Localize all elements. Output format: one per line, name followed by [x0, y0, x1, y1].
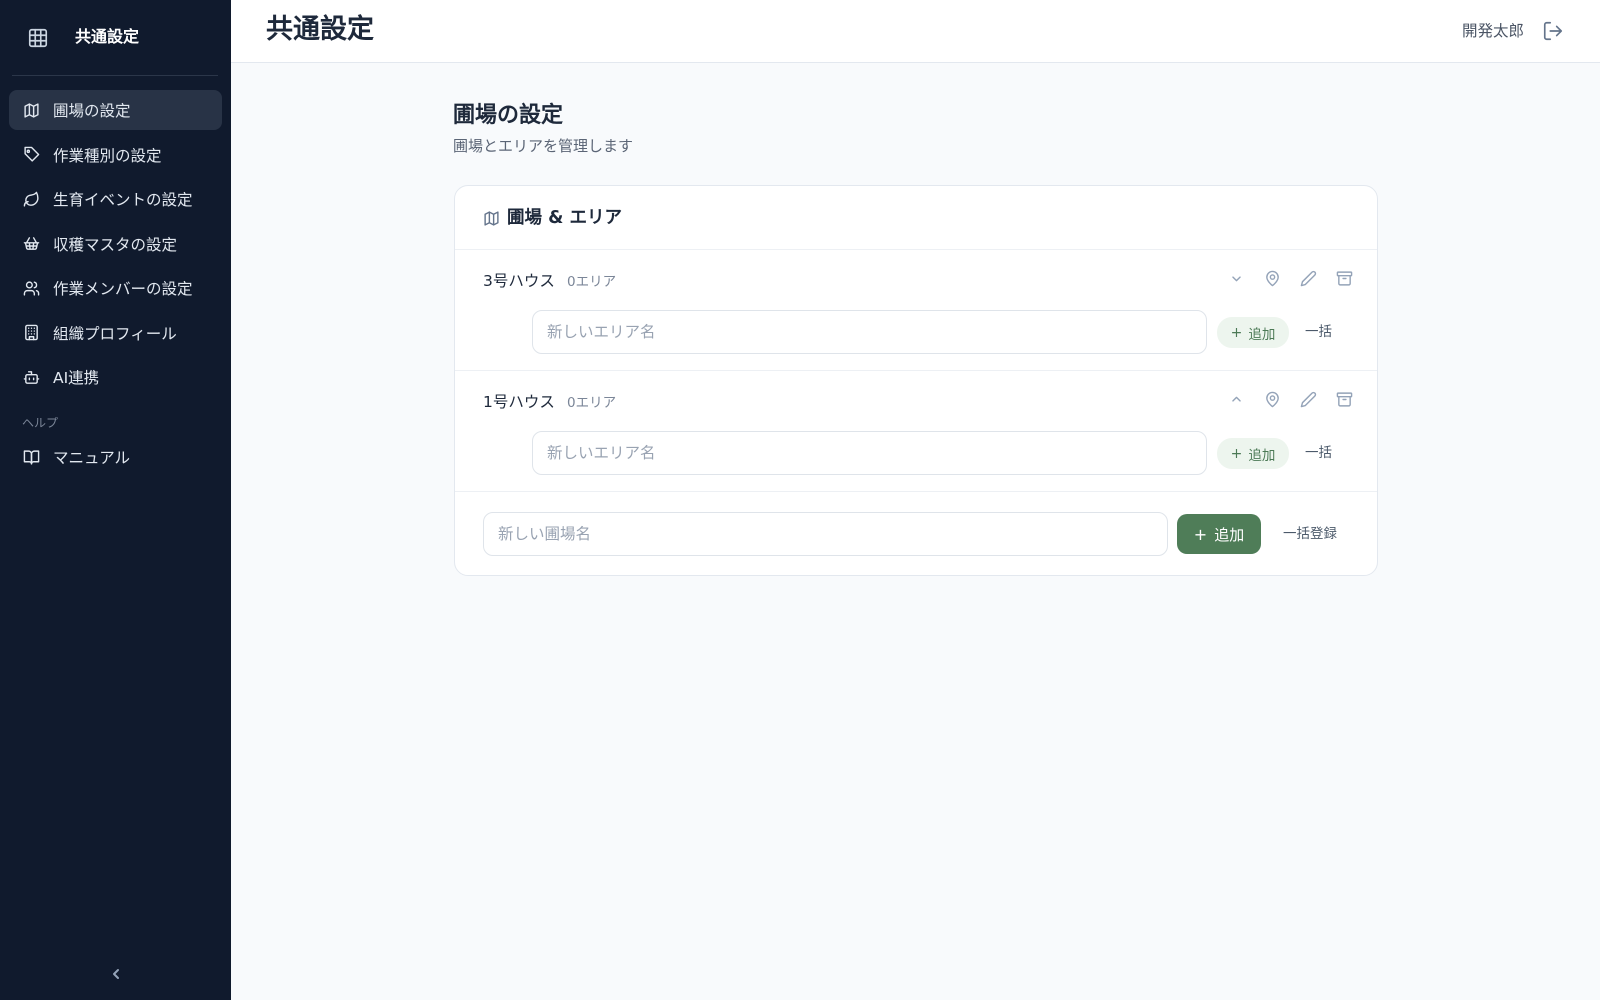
sidebar-item-label: 作業メンバーの設定: [53, 280, 193, 298]
sidebar-header: 共通設定: [0, 0, 231, 76]
sidebar-divider: [12, 75, 218, 76]
sidebar-item-manual[interactable]: マニュアル: [9, 437, 222, 477]
users-icon: [23, 280, 40, 297]
new-area-input[interactable]: [532, 310, 1207, 354]
bulk-area-button[interactable]: 一括: [1305, 443, 1332, 463]
sidebar-item-label: 収穫マスタの設定: [53, 235, 178, 254]
card-header: 圃場 & エリア: [455, 186, 1377, 250]
basket-icon: [23, 235, 40, 252]
area-count: 0エリア: [567, 395, 617, 411]
building-icon: [23, 324, 40, 341]
section-title: 圃場の設定: [453, 103, 564, 128]
help-section-label: ヘルプ: [22, 416, 59, 430]
row-actions: [1228, 270, 1353, 287]
map-icon: [483, 210, 500, 227]
sidebar-item-fields[interactable]: 圃場の設定: [9, 90, 222, 130]
fields-card: 圃場 & エリア 3号ハウス 0エリア + 追加 一括 1号ハウス: [454, 185, 1378, 576]
field-row: 3号ハウス 0エリア + 追加 一括: [455, 250, 1377, 371]
leaf-icon: [23, 191, 40, 208]
add-area-label: 追加: [1248, 447, 1276, 464]
sidebar: 共通設定 圃場の設定 作業種別の設定 生育イベントの設定 収穫マスタの設定 作業…: [0, 0, 231, 1000]
plus-icon: +: [1193, 524, 1208, 544]
new-field-input[interactable]: [483, 512, 1168, 556]
sidebar-item-label: 作業種別の設定: [53, 146, 162, 165]
page-title: 共通設定: [266, 14, 374, 45]
archive-icon[interactable]: [1336, 270, 1353, 287]
pencil-icon[interactable]: [1300, 270, 1317, 287]
plus-icon: +: [1230, 445, 1243, 462]
row-actions: [1228, 391, 1353, 408]
map-pin-icon[interactable]: [1264, 270, 1281, 287]
add-area-button[interactable]: + 追加: [1217, 317, 1289, 348]
chevron-up-icon[interactable]: [1228, 391, 1245, 408]
sidebar-nav: 圃場の設定 作業種別の設定 生育イベントの設定 収穫マスタの設定 作業メンバーの…: [9, 90, 222, 402]
map-icon: [23, 102, 40, 119]
area-count: 0エリア: [567, 274, 617, 290]
add-field-button[interactable]: + 追加: [1177, 514, 1261, 554]
logout-icon[interactable]: [1542, 20, 1564, 42]
user-name: 開発太郎: [1461, 22, 1524, 40]
field-name: 3号ハウス: [483, 272, 555, 290]
chevron-down-icon[interactable]: [1228, 270, 1245, 287]
top-header: 共通設定 開発太郎: [231, 0, 1600, 63]
sidebar-title: 共通設定: [75, 27, 140, 46]
archive-icon[interactable]: [1336, 391, 1353, 408]
new-area-input[interactable]: [532, 431, 1207, 475]
sidebar-item-label: 組織プロフィール: [53, 324, 177, 343]
new-field-row: + 追加 一括登録: [455, 493, 1377, 575]
sidebar-item-org-profile[interactable]: 組織プロフィール: [9, 313, 222, 353]
bulk-register-button[interactable]: 一括登録: [1283, 524, 1337, 544]
book-icon: [23, 449, 40, 466]
card-title: 圃場 & エリア: [507, 208, 622, 228]
add-area-label: 追加: [1248, 326, 1276, 343]
tag-icon: [23, 146, 40, 163]
plus-icon: +: [1230, 324, 1243, 341]
bulk-area-button[interactable]: 一括: [1305, 322, 1332, 342]
pencil-icon[interactable]: [1300, 391, 1317, 408]
sidebar-item-label: AI連携: [53, 369, 100, 387]
sidebar-item-members[interactable]: 作業メンバーの設定: [9, 268, 222, 308]
sidebar-item-label: 圃場の設定: [53, 102, 131, 120]
map-pin-icon[interactable]: [1264, 391, 1281, 408]
sidebar-item-harvest-master[interactable]: 収穫マスタの設定: [9, 224, 222, 264]
sidebar-item-ai[interactable]: AI連携: [9, 357, 222, 397]
help-nav: マニュアル: [9, 437, 222, 482]
section-subtitle: 圃場とエリアを管理します: [453, 137, 634, 155]
add-field-label: 追加: [1214, 525, 1245, 544]
sidebar-item-label: 生育イベントの設定: [53, 191, 193, 209]
add-area-button[interactable]: + 追加: [1217, 438, 1289, 469]
grid-icon: [27, 27, 49, 49]
sidebar-item-work-types[interactable]: 作業種別の設定: [9, 135, 222, 175]
sidebar-item-label: マニュアル: [53, 449, 131, 467]
bot-icon: [23, 369, 40, 386]
field-row: 1号ハウス 0エリア + 追加 一括: [455, 371, 1377, 492]
sidebar-item-growth-events[interactable]: 生育イベントの設定: [9, 179, 222, 219]
field-name: 1号ハウス: [483, 393, 555, 411]
chevron-left-icon[interactable]: [104, 962, 128, 986]
